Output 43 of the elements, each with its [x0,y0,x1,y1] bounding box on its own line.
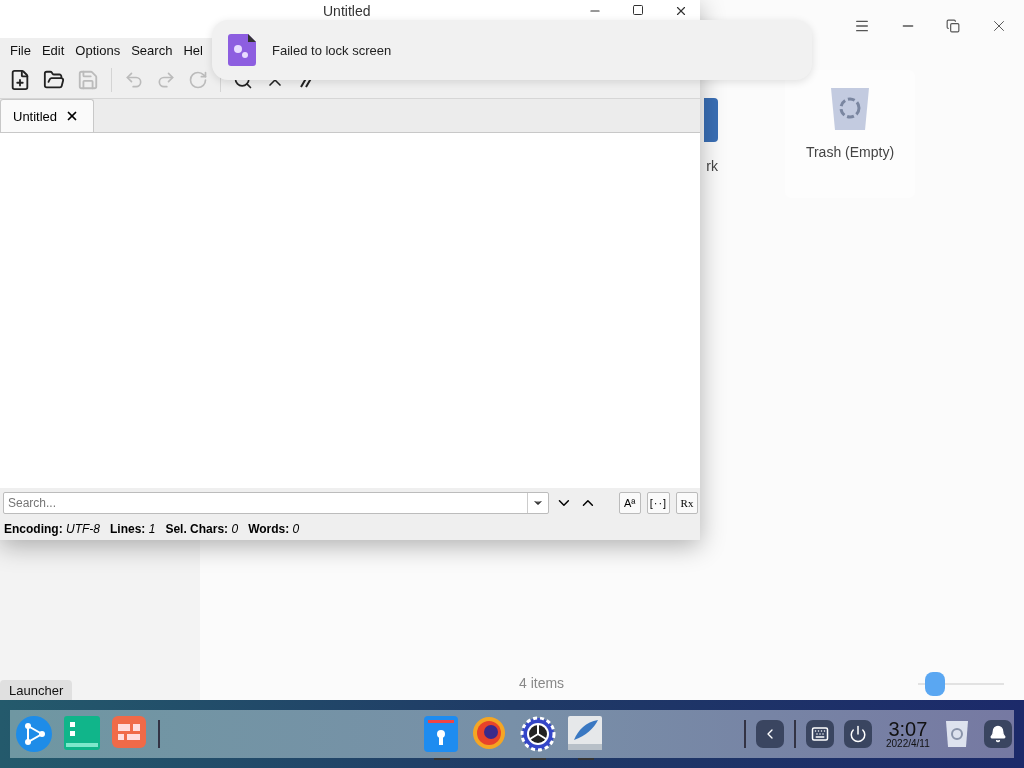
new-file-icon[interactable] [9,69,31,91]
clock-time[interactable]: 3:07 [888,719,928,739]
search-combobox[interactable]: Search... [3,492,550,514]
document-tab[interactable]: Untitled [0,99,95,132]
settings-icon[interactable] [520,716,556,760]
power-button[interactable] [844,720,872,748]
item-count: 4 items [519,675,565,691]
menu-item[interactable]: File [10,42,31,58]
menu-item[interactable]: Options [75,42,121,58]
menu-item[interactable]: Hel [183,42,203,58]
keyboard-button[interactable] [806,720,834,748]
maximize-icon[interactable] [632,4,644,16]
trash-icon[interactable] [945,721,968,747]
search-field[interactable]: Search... [4,494,528,512]
trash-icon [831,88,869,130]
restore-icon[interactable] [946,19,960,33]
whole-word-button[interactable]: [··] [646,492,670,514]
menu-item[interactable]: Edit [41,42,65,58]
keyboard-icon [811,725,829,743]
tooltip: Launcher [0,680,73,700]
status-text: Lines: 1 [110,522,156,536]
status-text: Sel. Chars: 0 [165,522,239,536]
notifications-button[interactable] [983,720,1012,748]
text-editor-icon[interactable] [568,716,604,760]
file-manager-icon[interactable] [424,716,460,760]
status-text: Words: 0 [248,522,300,536]
item-label: rk [706,158,718,174]
window-title: Untitled [323,3,371,19]
power-icon [849,725,867,743]
menu-item[interactable]: Search [131,42,173,58]
item-label: Trash (Empty) [805,144,895,160]
match-case-button[interactable]: Aª [618,492,641,514]
collapse-button[interactable] [756,720,784,748]
bell-icon [988,725,1007,743]
notification-text: Failed to lock screen [272,42,392,58]
close-icon[interactable] [674,4,688,18]
slider-thumb[interactable] [925,672,946,696]
status-text: Encoding: UTF-8 [4,522,100,536]
folder-icon[interactable] [43,69,65,91]
settings-file-icon [228,34,256,66]
regex-button[interactable]: Rx [676,492,698,514]
clock-date[interactable]: 2022/4/11 [886,739,930,749]
menu-icon[interactable] [854,18,870,34]
